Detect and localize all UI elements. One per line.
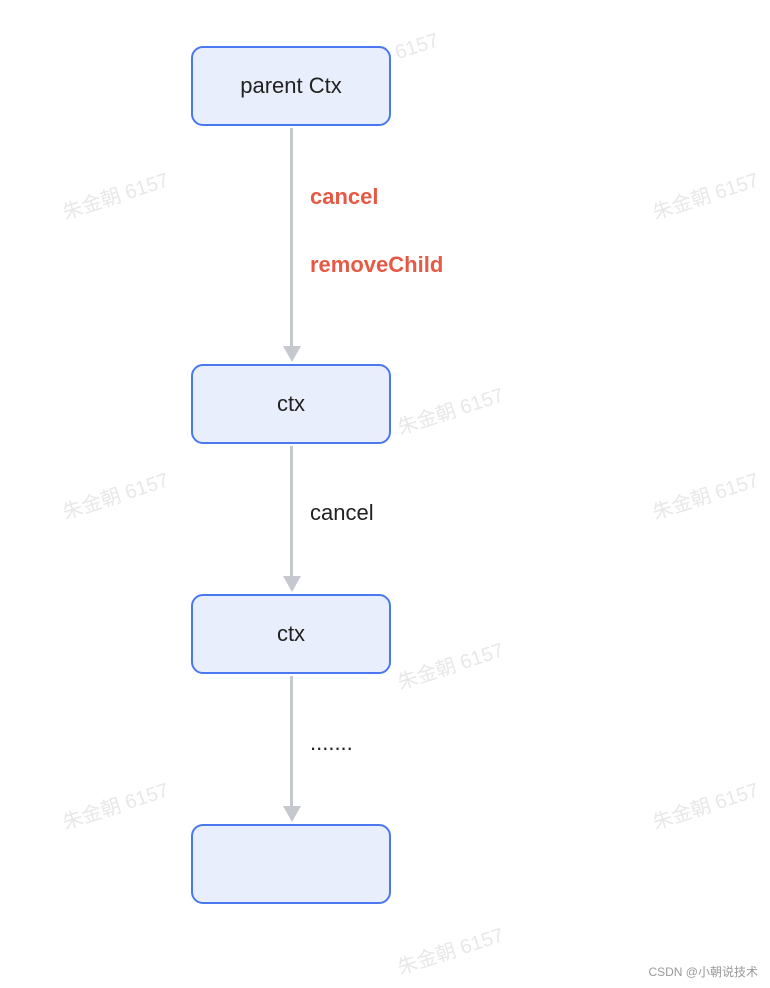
diagram-canvas: 朱金朝 6157 朱金朝 6157 朱金朝 6157 朱金朝 6157 朱金朝 …	[0, 0, 770, 988]
watermark: 朱金朝 6157	[648, 164, 762, 226]
arrow-line	[290, 676, 293, 806]
node-label: ctx	[277, 391, 305, 417]
watermark: 朱金朝 6157	[58, 464, 172, 526]
watermark: 朱金朝 6157	[393, 634, 507, 696]
arrow-down-icon	[283, 576, 301, 592]
watermark: 朱金朝 6157	[648, 464, 762, 526]
node-label: parent Ctx	[240, 73, 342, 99]
arrow-line	[290, 128, 293, 346]
node-parent-ctx: parent Ctx	[191, 46, 391, 126]
watermark: 朱金朝 6157	[648, 774, 762, 836]
edge-label-cancel: cancel	[310, 184, 379, 210]
edge-label-remove-child: removeChild	[310, 252, 443, 278]
node-blank	[191, 824, 391, 904]
watermark: 朱金朝 6157	[58, 164, 172, 226]
footer-credit: CSDN @小朝说技术	[648, 963, 758, 980]
watermark: 朱金朝 6157	[393, 379, 507, 441]
arrow-down-icon	[283, 806, 301, 822]
node-label: ctx	[277, 621, 305, 647]
node-ctx-2: ctx	[191, 594, 391, 674]
node-ctx-1: ctx	[191, 364, 391, 444]
arrow-down-icon	[283, 346, 301, 362]
edge-label-cancel-2: cancel	[310, 500, 374, 526]
edge-label-ellipsis: .......	[310, 730, 353, 756]
watermark: 朱金朝 6157	[393, 919, 507, 981]
watermark: 朱金朝 6157	[58, 774, 172, 836]
arrow-line	[290, 446, 293, 576]
